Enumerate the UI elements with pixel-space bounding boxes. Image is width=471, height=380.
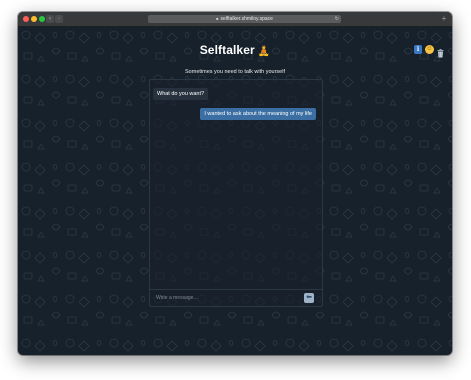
reload-icon[interactable]: ↻ [335, 15, 339, 23]
top-actions: i ☺ [414, 44, 444, 57]
browser-window: ‹ › ■ selftalker.shmiloy.space ↻ + Selft… [18, 12, 452, 355]
app-title: Selftalker 🧘 [18, 43, 452, 57]
trash-icon[interactable] [437, 45, 444, 57]
app-subtitle: Sometimes you need to talk with yourself [185, 69, 285, 75]
message-bubble-right: I wanted to ask about the meaning of my … [200, 108, 316, 120]
browser-titlebar: ‹ › ■ selftalker.shmiloy.space ↻ + [18, 12, 452, 27]
window-minimize-button[interactable] [31, 16, 37, 22]
info-icon[interactable]: i [414, 44, 422, 54]
app-title-text: Selftalker [199, 43, 255, 57]
back-button[interactable]: ‹ [46, 15, 54, 23]
new-tab-button[interactable]: + [440, 15, 448, 23]
window-maximize-button[interactable] [39, 16, 45, 22]
theme-toggle-icon[interactable]: ☺ [425, 44, 434, 54]
chat-panel: What do you want? I wanted to ask about … [149, 79, 323, 307]
page-content: Selftalker 🧘 Sometimes you need to talk w… [18, 27, 452, 355]
lock-icon: ■ [216, 16, 219, 21]
send-button[interactable]: ⬅ [304, 293, 314, 303]
screenshot-stage: ‹ › ■ selftalker.shmiloy.space ↻ + Selft… [0, 0, 471, 380]
message-composer: Write a message... ⬅ [150, 289, 322, 306]
window-close-button[interactable] [23, 16, 29, 22]
address-bar-url: selftalker.shmiloy.space [220, 16, 273, 22]
address-bar[interactable]: ■ selftalker.shmiloy.space ↻ [148, 15, 341, 23]
message-bubble-left: What do you want? [153, 88, 209, 100]
meditation-emoji-icon: 🧘 [257, 46, 271, 57]
forward-button[interactable]: › [55, 15, 63, 23]
message-input[interactable]: Write a message... [156, 290, 296, 306]
